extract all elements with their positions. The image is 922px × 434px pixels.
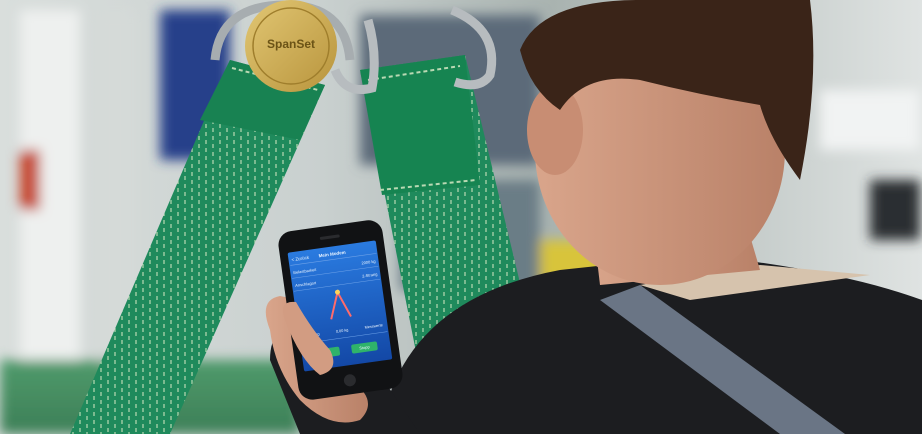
photo-scene: SpanSet < Zurück Mein Modem Belastbarkei bbox=[0, 0, 922, 434]
tag-brand-text: SpanSet bbox=[267, 37, 315, 51]
photo-illustration: SpanSet < Zurück Mein Modem Belastbarkei bbox=[0, 0, 922, 434]
label-tag: SpanSet bbox=[245, 0, 337, 92]
